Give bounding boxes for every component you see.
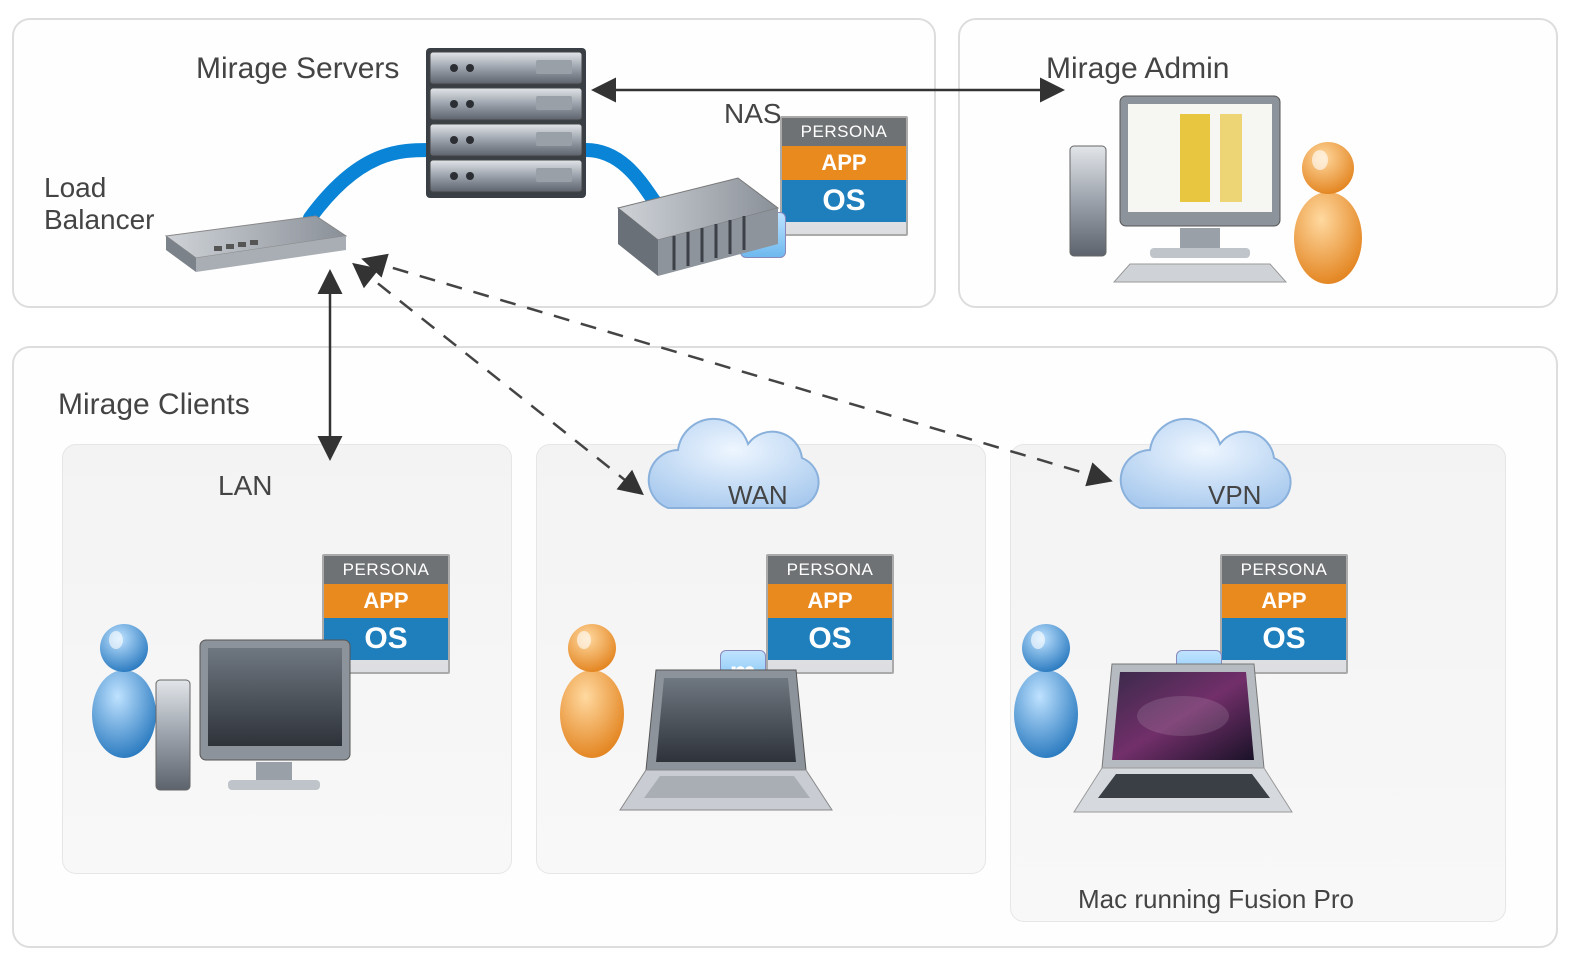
- load-balancer-label-2: Balancer: [44, 204, 155, 236]
- mac-caption: Mac running Fusion Pro: [1078, 884, 1354, 915]
- stack-app: APP: [782, 146, 906, 180]
- stack-vpn: PERSONA APP OS: [1220, 554, 1348, 674]
- mirage-tag-nas: m: [740, 212, 786, 258]
- servers-title: Mirage Servers: [196, 52, 399, 86]
- client-tile-vpn: [1010, 444, 1506, 922]
- nas-label: NAS: [724, 98, 782, 130]
- stack-nas: PERSONA APP OS: [780, 116, 908, 236]
- wan-label: WAN: [728, 480, 788, 511]
- stack-persona: PERSONA: [782, 118, 906, 146]
- load-balancer-label-1: Load: [44, 172, 106, 204]
- stack-lan: PERSONA APP OS: [322, 554, 450, 674]
- vpn-label: VPN: [1208, 480, 1261, 511]
- mirage-tag-wan: m: [720, 650, 766, 696]
- mirage-tag-lan: m: [282, 650, 328, 696]
- clients-title: Mirage Clients: [58, 388, 250, 422]
- mirage-tag-vpn: m: [1176, 650, 1222, 696]
- stack-wan: PERSONA APP OS: [766, 554, 894, 674]
- lan-label: LAN: [218, 470, 272, 502]
- stack-os: OS: [782, 180, 906, 222]
- admin-title: Mirage Admin: [1046, 52, 1229, 86]
